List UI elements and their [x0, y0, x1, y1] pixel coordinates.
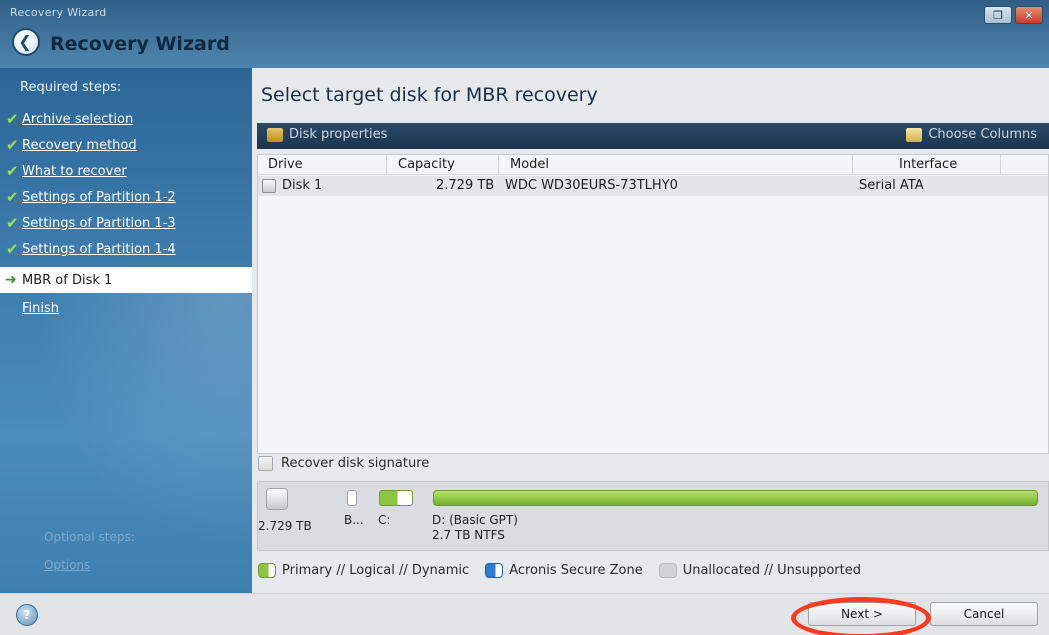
window-caption: Recovery Wizard: [10, 6, 107, 19]
step-label: Settings of Partition 1-3: [22, 215, 176, 231]
cell-interface: Serial ATA: [859, 178, 924, 193]
sidebar-decoration: [0, 292, 252, 592]
legend-primary-label: Primary // Logical // Dynamic: [282, 563, 470, 578]
close-button[interactable]: ✕: [1015, 6, 1043, 24]
check-icon: ✔: [6, 214, 19, 232]
partition-b-label: B...: [344, 513, 364, 527]
step-label: Finish: [22, 300, 60, 316]
check-icon: ✔: [6, 240, 19, 258]
title-bar: Recovery Wizard ❮ Recovery Wizard ❐ ✕: [0, 0, 1049, 68]
page-title: Select target disk for MBR recovery: [261, 84, 598, 106]
sidebar-step-partition-1-3[interactable]: ✔ Settings of Partition 1-3: [0, 210, 252, 236]
check-icon: ✔: [6, 188, 19, 206]
main-panel: Select target disk for MBR recovery Disk…: [252, 68, 1049, 593]
step-label: Archive selection: [22, 111, 134, 127]
sidebar-step-partition-1-2[interactable]: ✔ Settings of Partition 1-2: [0, 184, 252, 210]
sidebar-step-finish[interactable]: Finish: [0, 295, 252, 321]
disk-list: Drive Capacity Model Interface Disk 1 2.…: [257, 154, 1049, 454]
disk-properties-label: Disk properties: [289, 127, 388, 142]
choose-columns-icon: [906, 127, 923, 142]
step-label: MBR of Disk 1: [22, 272, 113, 288]
disk-map: 2.729 TB B... C: D: (Basic GPT) 2.7 TB N…: [257, 481, 1049, 551]
close-icon: ✕: [1024, 8, 1034, 22]
sidebar-step-recovery-method[interactable]: ✔ Recovery method: [0, 132, 252, 158]
legend-unallocated-swatch: [658, 563, 677, 578]
column-header-interface[interactable]: Interface: [899, 157, 957, 172]
recovery-wizard-window: Recovery Wizard ❮ Recovery Wizard ❐ ✕ Re…: [0, 0, 1049, 635]
step-label: What to recover: [22, 163, 127, 179]
help-icon[interactable]: ?: [16, 604, 38, 626]
optional-steps-heading: Optional steps:: [44, 530, 135, 544]
step-label: Settings of Partition 1-4: [22, 241, 176, 257]
sidebar-step-partition-1-4[interactable]: ✔ Settings of Partition 1-4: [0, 236, 252, 262]
disk-properties-icon: [267, 127, 283, 142]
sidebar-step-what-to-recover[interactable]: ✔ What to recover: [0, 158, 252, 184]
next-button[interactable]: Next >: [808, 602, 916, 626]
recover-signature-label: Recover disk signature: [281, 456, 430, 471]
restore-icon: ❐: [993, 8, 1003, 22]
partition-c-bar[interactable]: [379, 490, 413, 506]
app-title: Recovery Wizard: [50, 33, 230, 55]
restore-button[interactable]: ❐: [984, 6, 1012, 24]
current-step-arrow-icon: ➜: [5, 272, 17, 288]
disk-toolbar: Disk properties Choose Columns: [257, 123, 1049, 149]
disk-size: 2.729 TB: [258, 519, 312, 533]
disk-icon: [266, 488, 288, 510]
disk-properties-button[interactable]: Disk properties: [267, 127, 387, 142]
cell-model: WDC WD30EURS-73TLHY0: [505, 178, 678, 193]
back-arrow-icon: ❮: [12, 28, 40, 56]
column-separator[interactable]: [498, 155, 499, 175]
sidebar-step-archive-selection[interactable]: ✔ Archive selection: [0, 106, 252, 132]
recover-disk-signature[interactable]: Recover disk signature: [258, 456, 429, 471]
required-steps-heading: Required steps:: [20, 80, 122, 95]
sidebar: Required steps: ✔ Archive selection ✔ Re…: [0, 68, 252, 593]
disk-icon: [262, 179, 276, 193]
legend-secure-zone-swatch: [485, 563, 504, 578]
choose-columns-label: Choose Columns: [928, 127, 1037, 142]
choose-columns-button[interactable]: Choose Columns: [906, 127, 1037, 142]
button-bar: ? Next > Cancel: [0, 593, 1049, 635]
cell-capacity: 2.729 TB: [436, 178, 495, 193]
legend-secure-zone-label: Acronis Secure Zone: [509, 563, 643, 578]
disk-list-header: Drive Capacity Model Interface: [258, 155, 1048, 175]
table-row[interactable]: Disk 1 2.729 TB WDC WD30EURS-73TLHY0 Ser…: [258, 176, 1048, 196]
sidebar-step-options[interactable]: Options: [44, 558, 90, 572]
partition-legend: Primary // Logical // Dynamic Acronis Se…: [258, 563, 871, 578]
recover-signature-checkbox[interactable]: [258, 456, 273, 471]
column-separator[interactable]: [1000, 155, 1001, 175]
cancel-button[interactable]: Cancel: [930, 602, 1038, 626]
partition-d-bar[interactable]: [433, 490, 1038, 506]
check-icon: ✔: [6, 162, 19, 180]
check-icon: ✔: [6, 136, 19, 154]
cell-drive: Disk 1: [282, 178, 323, 193]
step-label: Settings of Partition 1-2: [22, 189, 176, 205]
sidebar-step-mbr-of-disk-1[interactable]: ➜ MBR of Disk 1: [0, 267, 252, 293]
partition-b-bar[interactable]: [347, 490, 357, 506]
column-separator[interactable]: [386, 155, 387, 175]
column-header-capacity[interactable]: Capacity: [398, 157, 455, 172]
column-separator[interactable]: [852, 155, 853, 175]
column-header-drive[interactable]: Drive: [268, 157, 303, 172]
partition-c-label: C:: [378, 513, 391, 527]
check-icon: ✔: [6, 110, 19, 128]
legend-primary-swatch: [258, 563, 276, 578]
step-label: Recovery method: [22, 137, 137, 153]
partition-d-name: D: (Basic GPT): [432, 513, 518, 527]
legend-unallocated-label: Unallocated // Unsupported: [682, 563, 862, 578]
column-header-model[interactable]: Model: [510, 157, 549, 172]
partition-d-detail: 2.7 TB NTFS: [432, 528, 505, 542]
window-controls: ❐ ✕: [984, 6, 1043, 24]
